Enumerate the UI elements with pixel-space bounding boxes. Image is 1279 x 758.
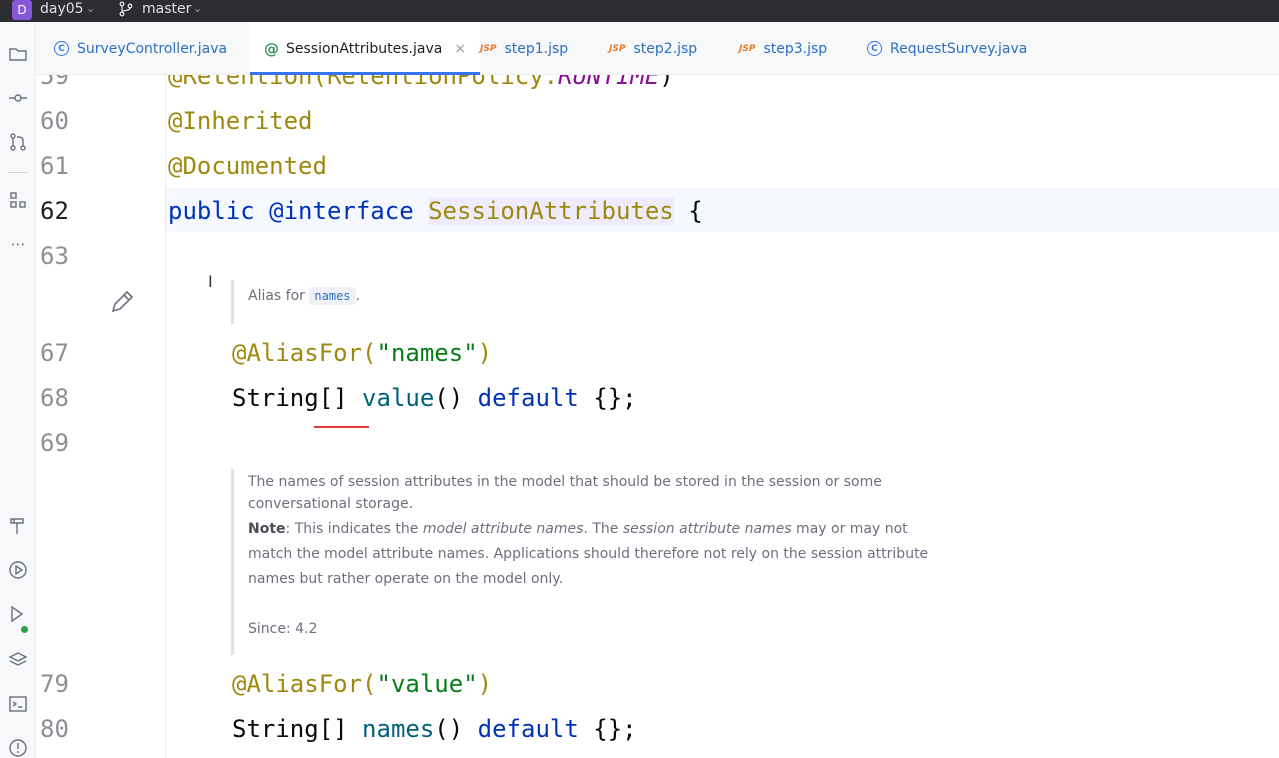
git-branch-icon[interactable]: [118, 1, 134, 17]
more-icon[interactable]: ⋯: [6, 232, 30, 256]
tab-step2-jsp[interactable]: JSP step2.jsp: [609, 22, 697, 75]
interface-icon: @: [264, 39, 279, 58]
tab-label: step1.jsp: [504, 40, 569, 57]
line-number: 63: [40, 242, 69, 270]
jsp-file-icon: JSP: [480, 43, 497, 54]
line-number: 67: [40, 339, 69, 367]
build-hammer-icon[interactable]: [6, 514, 30, 538]
jsp-file-icon: JSP: [739, 43, 756, 54]
code-line-61[interactable]: @Documented: [168, 152, 327, 180]
code-line-60[interactable]: @Inherited: [168, 107, 313, 135]
tab-session-attributes[interactable]: @ SessionAttributes.java ×: [250, 22, 481, 75]
structure-icon[interactable]: [6, 188, 30, 212]
tab-step3-jsp[interactable]: JSP step3.jsp: [739, 22, 827, 75]
text-cursor-icon: I: [208, 272, 213, 291]
line-number: 80: [40, 715, 69, 743]
code-line-68[interactable]: String[] value() default {};: [232, 384, 637, 412]
tab-survey-controller[interactable]: C SurveyController.java: [54, 22, 227, 75]
title-bar: D day05 ⌄ master ⌄: [0, 0, 1279, 22]
status-dot: [21, 626, 28, 633]
line-number-current: 62: [40, 197, 69, 225]
terminal-icon[interactable]: [6, 692, 30, 716]
code-line-80[interactable]: String[] names() default {};: [232, 715, 637, 743]
warning-underline: [314, 426, 369, 428]
code-line-62[interactable]: public @interface SessionAttributes {: [168, 197, 703, 225]
class-icon: C: [54, 41, 69, 56]
line-number: 61: [40, 152, 69, 180]
chevron-down-icon[interactable]: ⌄: [86, 0, 95, 18]
pull-requests-icon[interactable]: [6, 130, 30, 154]
code-line-67[interactable]: @AliasFor("names"): [232, 339, 492, 367]
doc-since: Since: 4.2: [248, 621, 318, 637]
tab-step1-jsp[interactable]: JSP step1.jsp: [480, 22, 568, 75]
layers-icon[interactable]: [6, 648, 30, 672]
project-name[interactable]: day05: [40, 0, 84, 18]
branch-name[interactable]: master: [142, 0, 191, 18]
line-number: 79: [40, 670, 69, 698]
tab-label: SurveyController.java: [77, 40, 228, 57]
project-folder-icon[interactable]: [6, 42, 30, 66]
close-icon[interactable]: ×: [454, 41, 466, 57]
run-icon[interactable]: [6, 558, 30, 582]
tab-label: step3.jsp: [763, 40, 828, 57]
jsp-file-icon: JSP: [609, 43, 626, 54]
line-number: 69: [40, 429, 69, 457]
commit-icon[interactable]: [6, 86, 30, 110]
problems-icon[interactable]: [6, 736, 30, 758]
line-number: 68: [40, 384, 69, 412]
tab-request-survey[interactable]: C RequestSurvey.java: [867, 22, 1027, 75]
tab-label: RequestSurvey.java: [890, 40, 1028, 57]
line-number: 60: [40, 107, 69, 135]
doc-comment-value[interactable]: The names of session attributes in the m…: [231, 469, 931, 655]
tab-label: SessionAttributes.java: [286, 40, 443, 57]
edit-doc-pencil-icon[interactable]: [108, 288, 136, 316]
editor-tab-bar: C SurveyController.java @ SessionAttribu…: [36, 22, 1279, 75]
chevron-down-icon[interactable]: ⌄: [193, 0, 202, 18]
code-line-79[interactable]: @AliasFor("value"): [232, 670, 492, 698]
project-badge[interactable]: D: [12, 0, 32, 20]
tab-label: step2.jsp: [633, 40, 698, 57]
class-icon: C: [867, 41, 882, 56]
tool-window-strip: ⋯: [0, 22, 36, 758]
doc-comment-alias[interactable]: Alias for names.: [231, 280, 360, 324]
services-icon[interactable]: [6, 602, 30, 626]
doc-link-names[interactable]: names: [309, 287, 356, 305]
